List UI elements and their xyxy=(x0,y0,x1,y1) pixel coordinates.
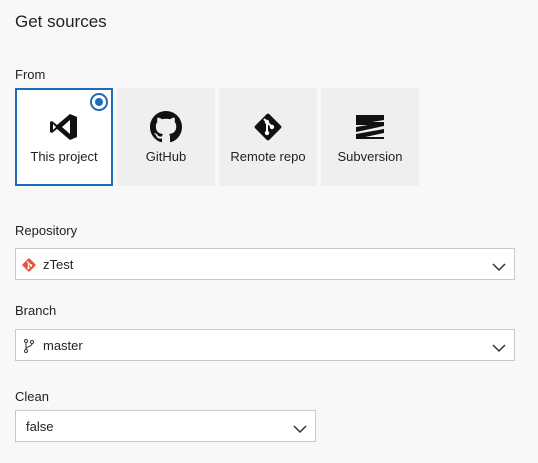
repository-dropdown[interactable]: zTest xyxy=(15,248,515,280)
github-icon xyxy=(117,110,215,144)
clean-value: false xyxy=(26,419,54,434)
clean-dropdown[interactable]: false xyxy=(15,410,316,442)
visual-studio-icon xyxy=(17,110,111,144)
repository-label: Repository xyxy=(15,223,78,238)
clean-label: Clean xyxy=(15,389,49,404)
tile-label: Remote repo xyxy=(230,149,306,164)
tile-remote-repo[interactable]: Remote repo xyxy=(219,88,317,186)
tile-github[interactable]: GitHub xyxy=(117,88,215,186)
branch-dropdown[interactable]: master xyxy=(15,329,515,361)
tile-label: Subversion xyxy=(337,149,403,164)
git-icon xyxy=(219,110,317,144)
tile-this-project[interactable]: This project xyxy=(15,88,113,186)
branch-icon xyxy=(21,338,37,354)
chevron-down-icon xyxy=(492,259,506,272)
git-repo-icon xyxy=(21,257,37,273)
chevron-down-icon xyxy=(492,340,506,353)
chevron-down-icon xyxy=(293,421,307,434)
tile-label: GitHub xyxy=(145,149,187,164)
branch-label: Branch xyxy=(15,303,57,318)
branch-value: master xyxy=(43,338,83,353)
subversion-icon xyxy=(321,110,419,144)
selected-radio[interactable] xyxy=(90,93,108,111)
page-title: Get sources xyxy=(15,12,107,31)
repository-value: zTest xyxy=(43,257,74,272)
from-label: From xyxy=(15,67,46,82)
tile-subversion[interactable]: Subversion xyxy=(321,88,419,186)
tile-label: This project xyxy=(30,149,98,164)
